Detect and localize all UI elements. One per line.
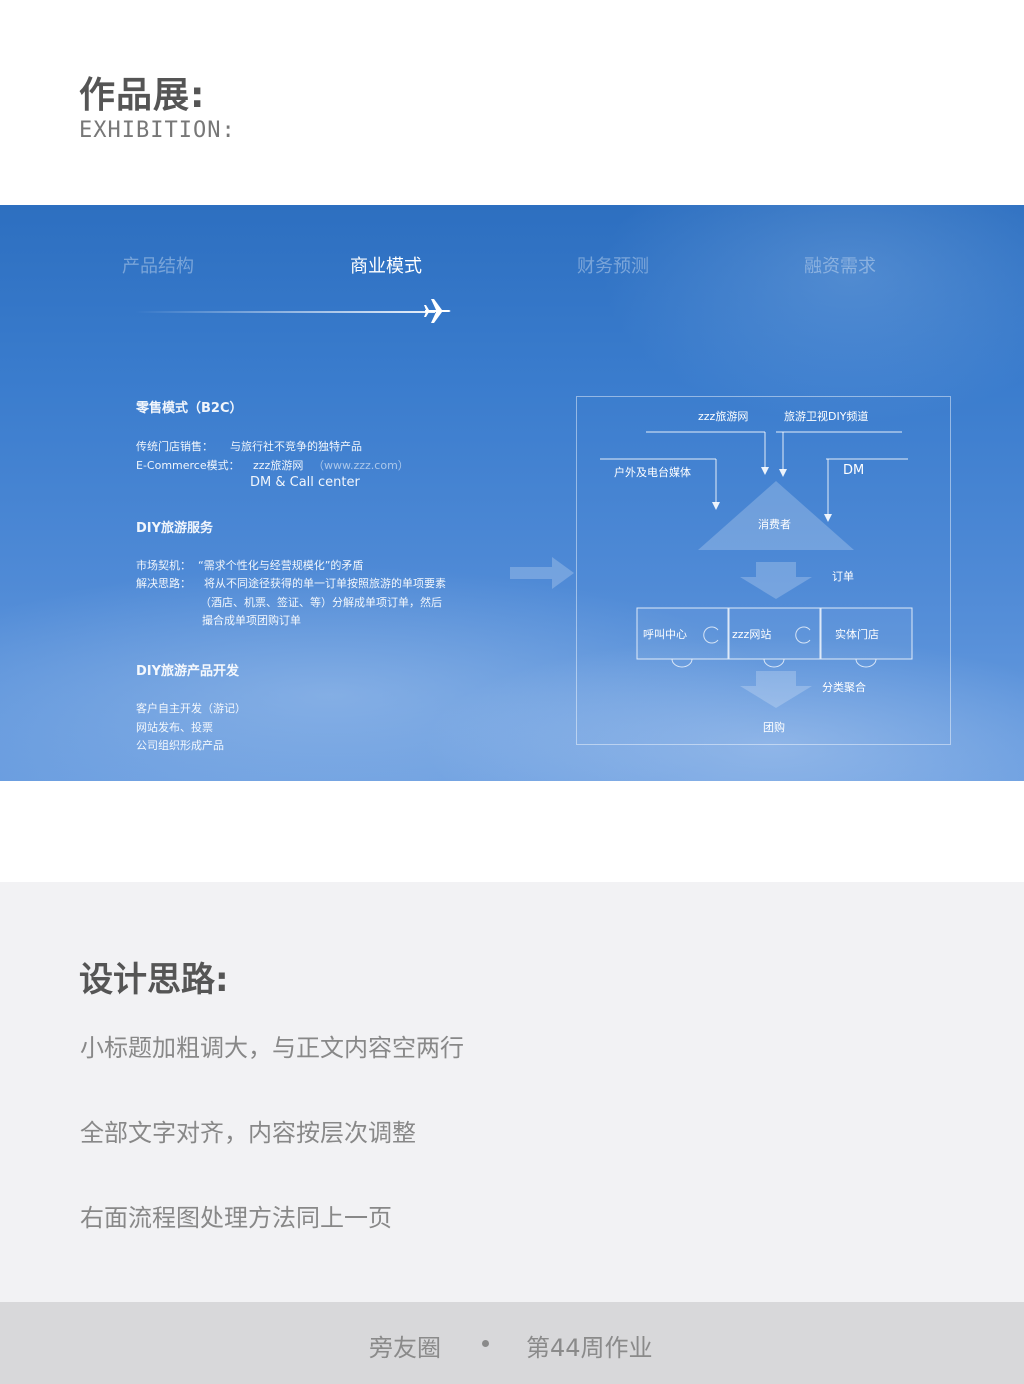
exhibition-slide: 产品结构 商业模式 财务预测 融资需求 零售模式（B2C） 传统门店销售： 与旅…: [0, 205, 1024, 781]
header: 作品展: EXHIBITION:: [0, 0, 1024, 205]
design-note: 右面流程图处理方法同上一页: [80, 1204, 392, 1232]
diagram-outdoor-media: 户外及电台媒体: [614, 466, 691, 479]
diagram-dm: DM: [843, 463, 865, 478]
footer-brand: 旁友圈: [369, 1334, 441, 1362]
page-title: 作品展:: [79, 75, 206, 116]
footer: 旁友圈 第44周作业: [0, 1302, 1024, 1384]
diagram-store: 实体门店: [835, 628, 879, 641]
diagram-order: 订单: [832, 570, 854, 583]
design-note: 全部文字对齐，内容按层次调整: [80, 1119, 416, 1147]
design-notes-section: 设计思路: 小标题加粗调大，与正文内容空两行 全部文字对齐，内容按层次调整 右面…: [0, 882, 1024, 1302]
footer-issue: 第44周作业: [526, 1334, 653, 1362]
diagram-tv-channel: 旅游卫视DIY频道: [784, 410, 869, 423]
design-note: 小标题加粗调大，与正文内容空两行: [80, 1034, 464, 1062]
diagram-consumer: 消费者: [758, 518, 791, 531]
diagram-aggregate: 分类聚合: [822, 681, 866, 694]
footer-separator-dot: [482, 1340, 489, 1347]
page-subtitle: EXHIBITION:: [79, 118, 236, 143]
diagram-zzz-web: zzz网站: [732, 628, 772, 641]
flow-diagram-graphics: [510, 431, 913, 708]
diagram-zzz-site: zzz旅游网: [698, 410, 749, 423]
diagram-call-center: 呼叫中心: [643, 628, 687, 641]
design-heading: 设计思路:: [79, 960, 229, 1000]
diagram-group-buy: 团购: [763, 721, 785, 734]
